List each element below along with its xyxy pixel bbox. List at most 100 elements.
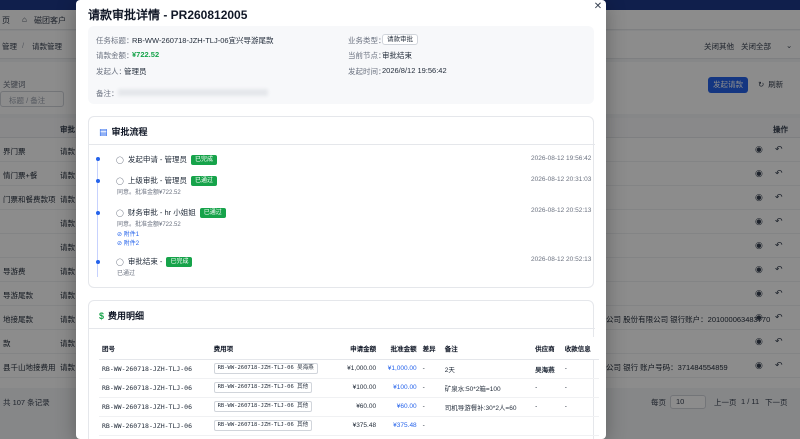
cell-supplier: -: [532, 378, 562, 398]
document-icon: ▤: [99, 127, 108, 137]
start-time-label: 发起时间：: [348, 67, 386, 76]
approval-flow-card: ▤ 审批流程 ◯ 发起申请 - 管理员 已完成 2026-08-12 19:56:42…: [88, 116, 595, 288]
fee-item-tag: RB-WW-260718-JZH-TLJ-06 其他: [213, 401, 313, 412]
cell-apply: ¥375.48: [338, 416, 380, 436]
cell-remark: 矿泉水:50*2箱=100: [441, 378, 533, 398]
remark-label: 备注：: [96, 89, 119, 98]
fee-item-tag: RB-WW-260718-JZH-TLJ-06 其他: [213, 420, 313, 431]
column-header: 收款信息: [561, 337, 599, 360]
cell-item: RB-WW-260718-JZH-TLJ-06 吴海燕: [210, 359, 339, 379]
cell-remark: 司机导游餐补:30*2人=60: [441, 397, 533, 417]
step-title-text: 审批结束 -: [127, 257, 163, 266]
column-header: 费用项: [210, 337, 339, 360]
initiator-value: 管理员: [124, 67, 147, 76]
user-icon: ◯: [116, 178, 124, 185]
cell-apply: ¥60.00: [338, 397, 380, 417]
cell-supplier: -: [532, 397, 562, 417]
info-summary-card: 任务标题： RB-WW-260718-JZH-TLJ-06宜兴导游尾款 业务类型…: [88, 26, 594, 104]
step-title: ◯ 上级审批 - 管理员 已通过: [116, 175, 218, 187]
step-comment: 已通过: [117, 271, 136, 277]
cell-apply: ¥1,000.00: [338, 359, 380, 379]
column-header: 差异: [419, 337, 442, 360]
step-time: 2026-08-12 20:52:13: [531, 207, 592, 214]
amount-label: 请款金额：: [96, 51, 134, 60]
approval-detail-modal: 请款审批详情 - PR260812005 ✕ 任务标题： RB-WW-26071…: [76, 0, 606, 439]
fee-table-wrap[interactable]: 团号 费用项 申请金额 批准金额 差异 备注 供应商 收款信息 RB-WW-26…: [89, 301, 606, 439]
cell-approve: ¥100.00: [379, 378, 420, 398]
task-title-value: RB-WW-260718-JZH-TLJ-06宜兴导游尾款: [132, 36, 274, 45]
cell-apply: ¥100.00: [338, 378, 380, 398]
step-title-text: 发起申请 - 管理员: [127, 155, 188, 164]
step-title-text: 财务审批 - hr 小姐姐: [127, 208, 196, 217]
remark-redacted: [118, 89, 268, 96]
cell-remark: [441, 416, 533, 436]
cell-group: RB-WW-260718-JZH-TLJ-06: [99, 359, 211, 379]
table-row: RB-WW-260718-JZH-TLJ-06 RB-WW-260718-JZH…: [99, 378, 599, 398]
status-badge: 已完成: [166, 257, 193, 268]
attachment-link[interactable]: ⊘ 附件1: [117, 229, 139, 238]
cell-diff: -: [419, 397, 442, 417]
timeline-dot: [95, 211, 100, 215]
column-header: 备注: [441, 337, 533, 360]
column-header: 批准金额: [379, 337, 420, 360]
cell-supplier: [532, 416, 562, 436]
business-type-label: 业务类型：: [348, 36, 386, 45]
start-time-value: 2026/8/12 19:56:42: [382, 66, 447, 75]
status-badge: 已完成: [191, 155, 218, 166]
step-time: 2026-08-12 20:52:13: [531, 256, 592, 263]
cell-pay: -: [561, 378, 599, 398]
table-row: RB-WW-260718-JZH-TLJ-06 RB-WW-260718-JZH…: [99, 416, 599, 436]
step-comment: 同意。批准金额¥722.52: [117, 190, 181, 196]
cell-remark: 2天: [441, 359, 533, 379]
initiator-label: 发起人：: [96, 67, 126, 76]
close-icon[interactable]: ✕: [592, 1, 604, 13]
flow-title: ▤ 审批流程: [99, 125, 148, 138]
status-badge: 已通过: [191, 176, 218, 187]
task-title-label: 任务标题：: [96, 36, 134, 45]
cell-item: RB-WW-260718-JZH-TLJ-06 其他: [210, 397, 339, 417]
attachment-link[interactable]: ⊘ 附件2: [117, 238, 139, 247]
cell-pay: -: [561, 359, 599, 379]
amount-value: ¥722.52: [132, 50, 160, 59]
divider: [89, 144, 595, 145]
table-row: RB-WW-260718-JZH-TLJ-06 RB-WW-260718-JZH…: [99, 397, 599, 417]
column-header: 申请金额: [338, 337, 380, 360]
step-time: 2026-08-12 20:31:03: [531, 176, 592, 183]
user-icon: ◯: [116, 210, 124, 217]
paperclip-icon: ⊘: [117, 241, 123, 247]
timeline-dot: [95, 179, 100, 183]
cell-approve: ¥1,000.00: [379, 359, 420, 379]
cell-approve: ¥60.00: [379, 397, 420, 417]
table-row: RB-WW-260718-JZH-TLJ-06 RB-WW-260718-JZH…: [99, 359, 599, 379]
flow-title-text: 审批流程: [111, 127, 148, 137]
user-icon: ◯: [116, 259, 124, 266]
fee-table: 团号 费用项 申请金额 批准金额 差异 备注 供应商 收款信息 RB-WW-26…: [99, 337, 599, 436]
column-header: 团号: [99, 337, 211, 360]
attachment-label: 附件2: [123, 241, 140, 247]
fee-item-tag: RB-WW-260718-JZH-TLJ-06 其他: [213, 382, 313, 393]
current-node-value: 审批结束: [382, 51, 412, 60]
cell-approve: ¥375.48: [379, 416, 420, 436]
current-node-label: 当前节点：: [348, 51, 386, 60]
cell-item: RB-WW-260718-JZH-TLJ-06 其他: [210, 416, 339, 436]
step-title: ◯ 发起申请 - 管理员 已完成: [116, 154, 218, 166]
step-title: ◯ 财务审批 - hr 小姐姐 已通过: [116, 207, 226, 219]
fee-table-header: 团号 费用项 申请金额 批准金额 差异 备注 供应商 收款信息: [99, 337, 599, 360]
cell-group: RB-WW-260718-JZH-TLJ-06: [99, 378, 211, 398]
step-title-text: 上级审批 - 管理员: [127, 176, 188, 185]
business-type-tag: 请款审批: [382, 34, 418, 45]
cell-diff: -: [419, 416, 442, 436]
fee-detail-card: $ 费用明细 团号 费用项 申请金额 批准金额 差异 备注 供应商 收款信息 RB…: [88, 300, 599, 439]
cell-item: RB-WW-260718-JZH-TLJ-06 其他: [210, 378, 339, 398]
step-title: ◯ 审批结束 - 已完成: [116, 256, 193, 268]
cell-group: RB-WW-260718-JZH-TLJ-06: [99, 416, 211, 436]
cell-group: RB-WW-260718-JZH-TLJ-06: [99, 397, 211, 417]
timeline-dot: [95, 157, 100, 161]
step-comment: 同意。批准金额¥722.52: [117, 222, 181, 228]
cell-diff: -: [419, 378, 442, 398]
cell-diff: -: [419, 359, 442, 379]
step-time: 2026-08-12 19:56:42: [531, 155, 592, 162]
user-icon: ◯: [116, 157, 124, 164]
cell-pay: -: [561, 397, 599, 417]
column-header: 供应商: [532, 337, 562, 360]
